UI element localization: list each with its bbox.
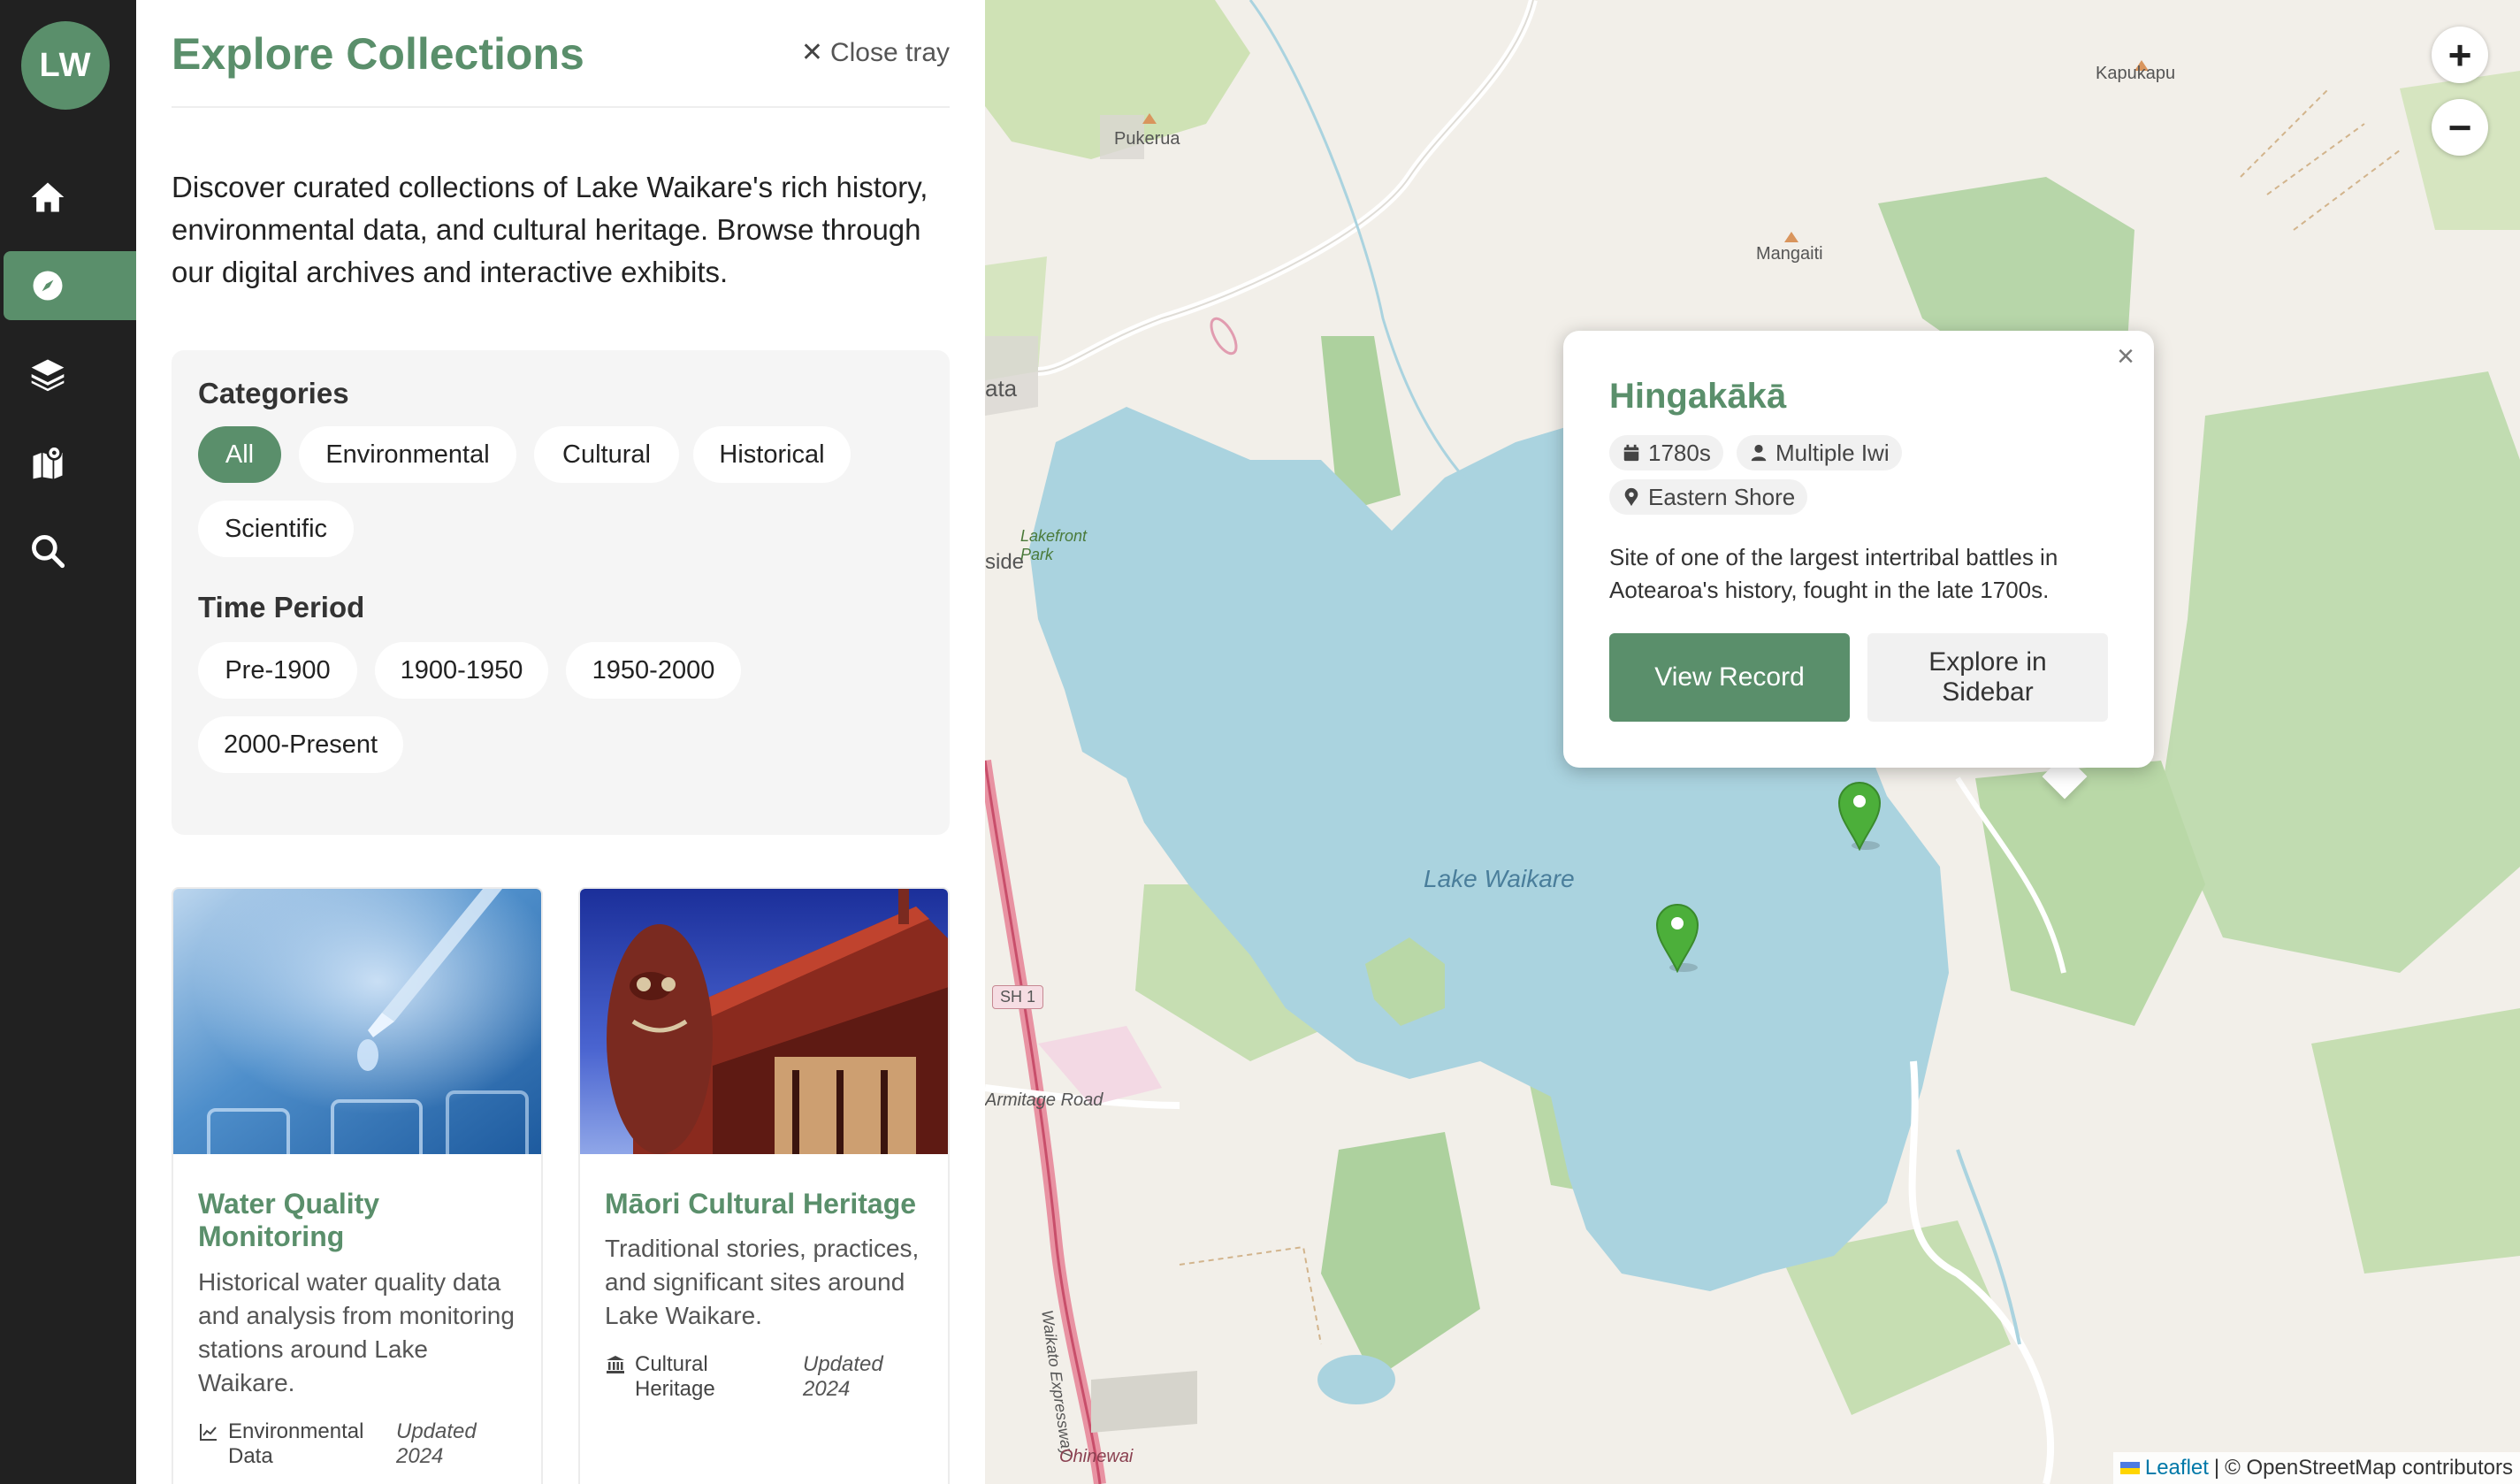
popup-location-tag: Eastern Shore (1609, 479, 1808, 515)
map-label-ohinewai: Ohinewai (1059, 1447, 1134, 1466)
chip-category-all[interactable]: All (198, 426, 281, 483)
filter-panel: Categories All Environmental Cultural Hi… (172, 350, 950, 835)
tray-intro: Discover curated collections of Lake Wai… (172, 171, 928, 288)
compass-icon (33, 271, 63, 301)
map-label-lake-waikare: Lake Waikare (1424, 865, 1575, 892)
explore-in-sidebar-button[interactable]: Explore in Sidebar (1867, 633, 2108, 722)
chart-line-icon (200, 1424, 217, 1441)
collection-card[interactable]: Water Quality Monitoring Historical wate… (172, 887, 543, 1484)
close-tray-label: Close tray (829, 37, 950, 67)
map-label-mangaiti: Mangaiti (1756, 244, 1823, 264)
chip-time-2000-present[interactable]: 2000-Present (198, 716, 403, 773)
rail-item-explore[interactable] (4, 251, 145, 320)
rail-item-layers[interactable] (4, 340, 145, 409)
popup-date-tag: 1780s (1609, 435, 1723, 470)
leaflet-link[interactable]: Leaflet (2119, 1456, 2209, 1480)
card-description: Historical water quality data and analys… (198, 1268, 515, 1396)
map-marker-pin[interactable] (1836, 780, 1883, 851)
tray-title: Explore Collections (172, 29, 584, 79)
map-label-lakefront-park: Lakefront Park (1020, 527, 1088, 563)
icon-rail: LW (0, 0, 145, 1484)
view-record-button[interactable]: View Record (1609, 633, 1850, 722)
popup-description: Site of one of the largest intertribal b… (1609, 544, 2058, 603)
zoom-out-button[interactable]: − (2432, 99, 2488, 156)
card-description: Traditional stories, practices, and sign… (605, 1235, 920, 1329)
rail-item-home[interactable] (4, 163, 145, 232)
card-tag-label: Environmental Data (228, 1419, 364, 1468)
map-popup: × Hingakākā 1780s Multiple Iwi Eastern S… (1563, 331, 2154, 768)
chip-category-environmental[interactable]: Environmental (299, 426, 516, 483)
popup-date: 1780s (1648, 439, 1711, 466)
rail-item-map[interactable] (4, 428, 145, 497)
chip-category-cultural[interactable]: Cultural (534, 426, 679, 483)
card-tag: Cultural Heritage (605, 1352, 773, 1402)
chip-time-1900-1950[interactable]: 1900-1950 (375, 642, 548, 699)
map-label-pukerua: Pukerua (1114, 129, 1180, 149)
popup-people: Multiple Iwi (1775, 439, 1890, 466)
categories-heading: Categories (198, 377, 349, 409)
map-pin-icon (1624, 487, 1638, 507)
layers-icon (31, 359, 65, 392)
search-icon (32, 535, 65, 569)
osm-attribution[interactable]: © OpenStreetMap contributors (2225, 1456, 2513, 1480)
ukraine-flag-icon (2119, 1462, 2140, 1474)
calendar-icon (1623, 444, 1639, 462)
chip-category-historical[interactable]: Historical (693, 426, 851, 483)
chip-time-1950-2000[interactable]: 1950-2000 (566, 642, 741, 699)
zoom-in-button[interactable]: + (2432, 27, 2488, 83)
maori-heritage-image (580, 889, 948, 1154)
map-attribution: Leaflet | © OpenStreetMap contributors (2112, 1452, 2520, 1484)
popup-location: Eastern Shore (1648, 483, 1796, 510)
landmark-icon (607, 1356, 624, 1373)
map-shield-sh1: SH 1 (992, 985, 1044, 1009)
time-period-heading: Time Period (198, 591, 365, 623)
card-updated: Updated 2024 (396, 1419, 477, 1468)
popup-people-tag: Multiple Iwi (1737, 435, 1902, 470)
user-icon (1751, 444, 1767, 462)
popup-title: Hingakākā (1609, 377, 1787, 416)
map-label-ata: ata (985, 375, 1018, 402)
map-label-armitage-road: Armitage Road (985, 1090, 1103, 1110)
home-icon (31, 182, 65, 212)
card-title: Māori Cultural Heritage (605, 1188, 917, 1220)
attribution-separator: | (2213, 1456, 2220, 1480)
leaflet-label: Leaflet (2144, 1456, 2209, 1480)
close-icon: ✕ (800, 38, 823, 67)
map-marker-pin[interactable] (1653, 902, 1701, 973)
card-tag-label: Cultural Heritage (635, 1352, 715, 1401)
water-quality-image (173, 889, 541, 1154)
chip-category-scientific[interactable]: Scientific (198, 501, 354, 557)
card-updated: Updated 2024 (803, 1352, 883, 1401)
tray-header: Explore Collections ✕ Close tray (172, 0, 950, 108)
map-label-side: side (985, 550, 1025, 574)
rail-item-search[interactable] (4, 516, 145, 585)
collections-tray: Explore Collections ✕ Close tray Discove… (136, 0, 985, 1484)
card-tag: Environmental Data (198, 1419, 366, 1469)
map-label-kapukapu: Kapukapu (2096, 64, 2176, 83)
chip-time-pre-1900[interactable]: Pre-1900 (198, 642, 357, 699)
popup-close-icon[interactable]: × (2117, 340, 2134, 374)
close-tray-button[interactable]: ✕ Close tray (801, 37, 950, 68)
map-marked-icon (33, 445, 63, 479)
collection-card[interactable]: Māori Cultural Heritage Traditional stor… (578, 887, 950, 1484)
map-view[interactable]: Pukerua Mangaiti Kapukapu ata side Lakef… (985, 0, 2520, 1484)
card-title: Water Quality Monitoring (198, 1188, 380, 1252)
user-avatar[interactable]: LW (21, 21, 110, 110)
